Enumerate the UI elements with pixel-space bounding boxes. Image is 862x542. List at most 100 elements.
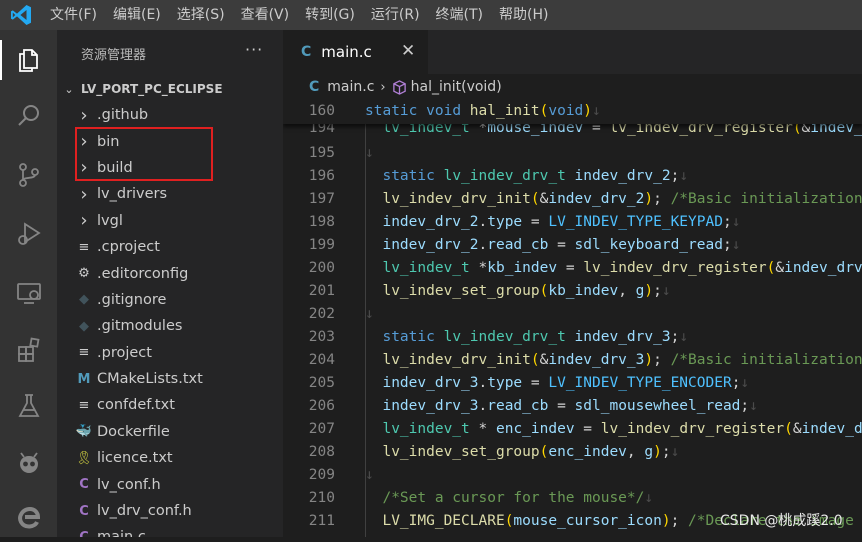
tree-item[interactable]: › lv_drivers (57, 181, 283, 207)
breadcrumb-function[interactable]: hal_init(void) (411, 79, 502, 95)
menu-edit[interactable]: 编辑(E) (105, 0, 169, 30)
line-number: 204 (308, 352, 335, 368)
tree-item[interactable]: M CMakeLists.txt (57, 366, 283, 392)
editor-tabs: C main.c ✕ (283, 30, 862, 74)
menu-selection[interactable]: 选择(S) (169, 0, 233, 30)
tree-item[interactable]: ≡ .cproject (57, 234, 283, 260)
watermark: CSDN @桃成蹊2.0 (720, 513, 843, 529)
search-button[interactable] (0, 92, 57, 140)
tree-item-label: .gitignore (97, 291, 167, 308)
tree-item[interactable]: ⚙ .editorconfig (57, 260, 283, 286)
code-line: lv_indev_set_group(enc_indev, g);↓ (382, 444, 680, 460)
edge-button[interactable] (0, 494, 57, 542)
tree-item-label: .editorconfig (97, 265, 189, 282)
breadcrumb-file[interactable]: main.c (327, 79, 374, 95)
code-line: static lv_indev_drv_t indev_drv_3;↓ (382, 329, 689, 345)
remote-explorer-button[interactable] (0, 269, 57, 317)
tree-item-label: Dockerfile (97, 423, 170, 440)
tab-label: main.c (321, 43, 372, 61)
extensions-icon (17, 337, 40, 362)
close-icon[interactable]: ✕ (401, 41, 415, 61)
line-number: 211 (308, 513, 335, 529)
line-number: 210 (308, 490, 335, 506)
docker-icon: 🐳 (75, 424, 93, 440)
tree-item-label: licence.txt (97, 450, 173, 467)
code-editor[interactable]: 194 lv_indev_t *mouse_indev = lv_indev_d… (283, 100, 862, 537)
search-icon (17, 105, 39, 126)
code-line: /*Set a cursor for the mouse*/↓ (382, 490, 654, 506)
testing-button[interactable] (0, 382, 57, 430)
gear-icon: ⚙ (78, 266, 90, 282)
tree-item[interactable]: Cmain.c (57, 524, 283, 537)
c-file-icon: C (79, 503, 89, 519)
alien-icon (19, 452, 38, 473)
source-control-icon (18, 163, 39, 187)
vscode-logo-icon[interactable] (9, 3, 33, 27)
git-icon: ◆ (79, 318, 89, 334)
tree-item[interactable]: ≡ confdef.txt (57, 392, 283, 418)
code-line: lv_indev_t * enc_indev = lv_indev_drv_re… (382, 421, 862, 437)
code-line: lv_indev_drv_init(&indev_drv_3); /*Basic… (382, 352, 862, 368)
activity-bar (0, 30, 57, 537)
menu-go[interactable]: 转到(G) (297, 0, 363, 30)
edge-icon (17, 506, 40, 529)
tab-main-c[interactable]: C main.c ✕ (283, 30, 428, 74)
line-number: 200 (308, 260, 335, 276)
tree-item[interactable]: › .github (57, 102, 283, 128)
tree-item[interactable]: 🎗 licence.txt (57, 445, 283, 471)
tree-item[interactable]: Clv_drv_conf.h (57, 498, 283, 524)
lines-file-icon: ≡ (78, 345, 90, 361)
menu-file[interactable]: 文件(F) (42, 0, 105, 30)
tree-item-label: confdef.txt (97, 397, 175, 414)
chevron-down-icon: ⌄ (64, 82, 74, 96)
tree-item[interactable]: ◆ .gitignore (57, 287, 283, 313)
line-number: 201 (308, 283, 335, 299)
c-file-icon: C (309, 79, 320, 95)
code-line: indev_drv_3.type = LV_INDEV_TYPE_ENCODER… (382, 375, 750, 391)
sticky-line-number: 160 (308, 103, 335, 119)
code-line: indev_drv_3.read_cb = sdl_mousewheel_rea… (382, 398, 758, 414)
code-line: lv_indev_t *kb_indev = lv_indev_drv_regi… (382, 260, 862, 276)
lines-file-icon: ≡ (78, 239, 90, 255)
licence-icon: 🎗 (75, 450, 93, 466)
tree-item-label: .project (97, 344, 152, 361)
source-control-button[interactable] (0, 151, 57, 199)
explorer-button[interactable] (0, 36, 57, 84)
extensions-button[interactable] (0, 326, 57, 374)
breadcrumb: C main.c › hal_init(void) (283, 74, 862, 100)
chevron-right-icon: › (80, 183, 88, 205)
function-icon (392, 79, 406, 95)
tree-item-label: lv_drv_conf.h (97, 503, 192, 520)
line-number: 197 (308, 191, 335, 207)
tree-item-label: .cproject (97, 239, 160, 256)
run-debug-button[interactable] (0, 210, 57, 258)
tree-item-label: .github (97, 107, 149, 124)
line-number: 209 (308, 467, 335, 483)
line-number: 207 (308, 421, 335, 437)
tree-item[interactable]: 🐳 Dockerfile (57, 419, 283, 445)
menu-view[interactable]: 查看(V) (233, 0, 298, 30)
lines-file-icon: ≡ (78, 397, 90, 413)
code-line: static lv_indev_drv_t indev_drv_2;↓ (382, 168, 689, 184)
chevron-right-icon: › (80, 210, 88, 232)
line-number: 205 (308, 375, 335, 391)
tree-item[interactable]: Clv_conf.h (57, 471, 283, 497)
line-number: 196 (308, 168, 335, 184)
platformio-button[interactable] (0, 440, 57, 488)
sticky-scroll-header[interactable]: 160 static void hal_init(void)↓ (283, 100, 862, 124)
tree-item-label: lv_conf.h (97, 476, 161, 493)
tree-item[interactable]: ≡ .project (57, 340, 283, 366)
tree-item[interactable]: ◆ .gitmodules (57, 313, 283, 339)
workspace-root[interactable]: ⌄ LV_PORT_PC_ECLIPSE (57, 78, 283, 100)
code-line: ↓ (365, 306, 374, 322)
menu-terminal[interactable]: 终端(T) (428, 0, 491, 30)
tree-item-label: lvgl (97, 212, 123, 229)
tree-item-label: CMakeLists.txt (97, 371, 203, 388)
workspace-root-label: LV_PORT_PC_ECLIPSE (81, 82, 223, 96)
menu-run[interactable]: 运行(R) (363, 0, 428, 30)
menu-help[interactable]: 帮助(H) (491, 0, 556, 30)
tree-item[interactable]: › lvgl (57, 208, 283, 234)
run-debug-icon (17, 222, 41, 245)
more-actions-icon[interactable]: ··· (245, 40, 263, 59)
explorer-sidebar: 资源管理器 ··· ⌄ LV_PORT_PC_ECLIPSE › .github ›… (57, 30, 283, 537)
